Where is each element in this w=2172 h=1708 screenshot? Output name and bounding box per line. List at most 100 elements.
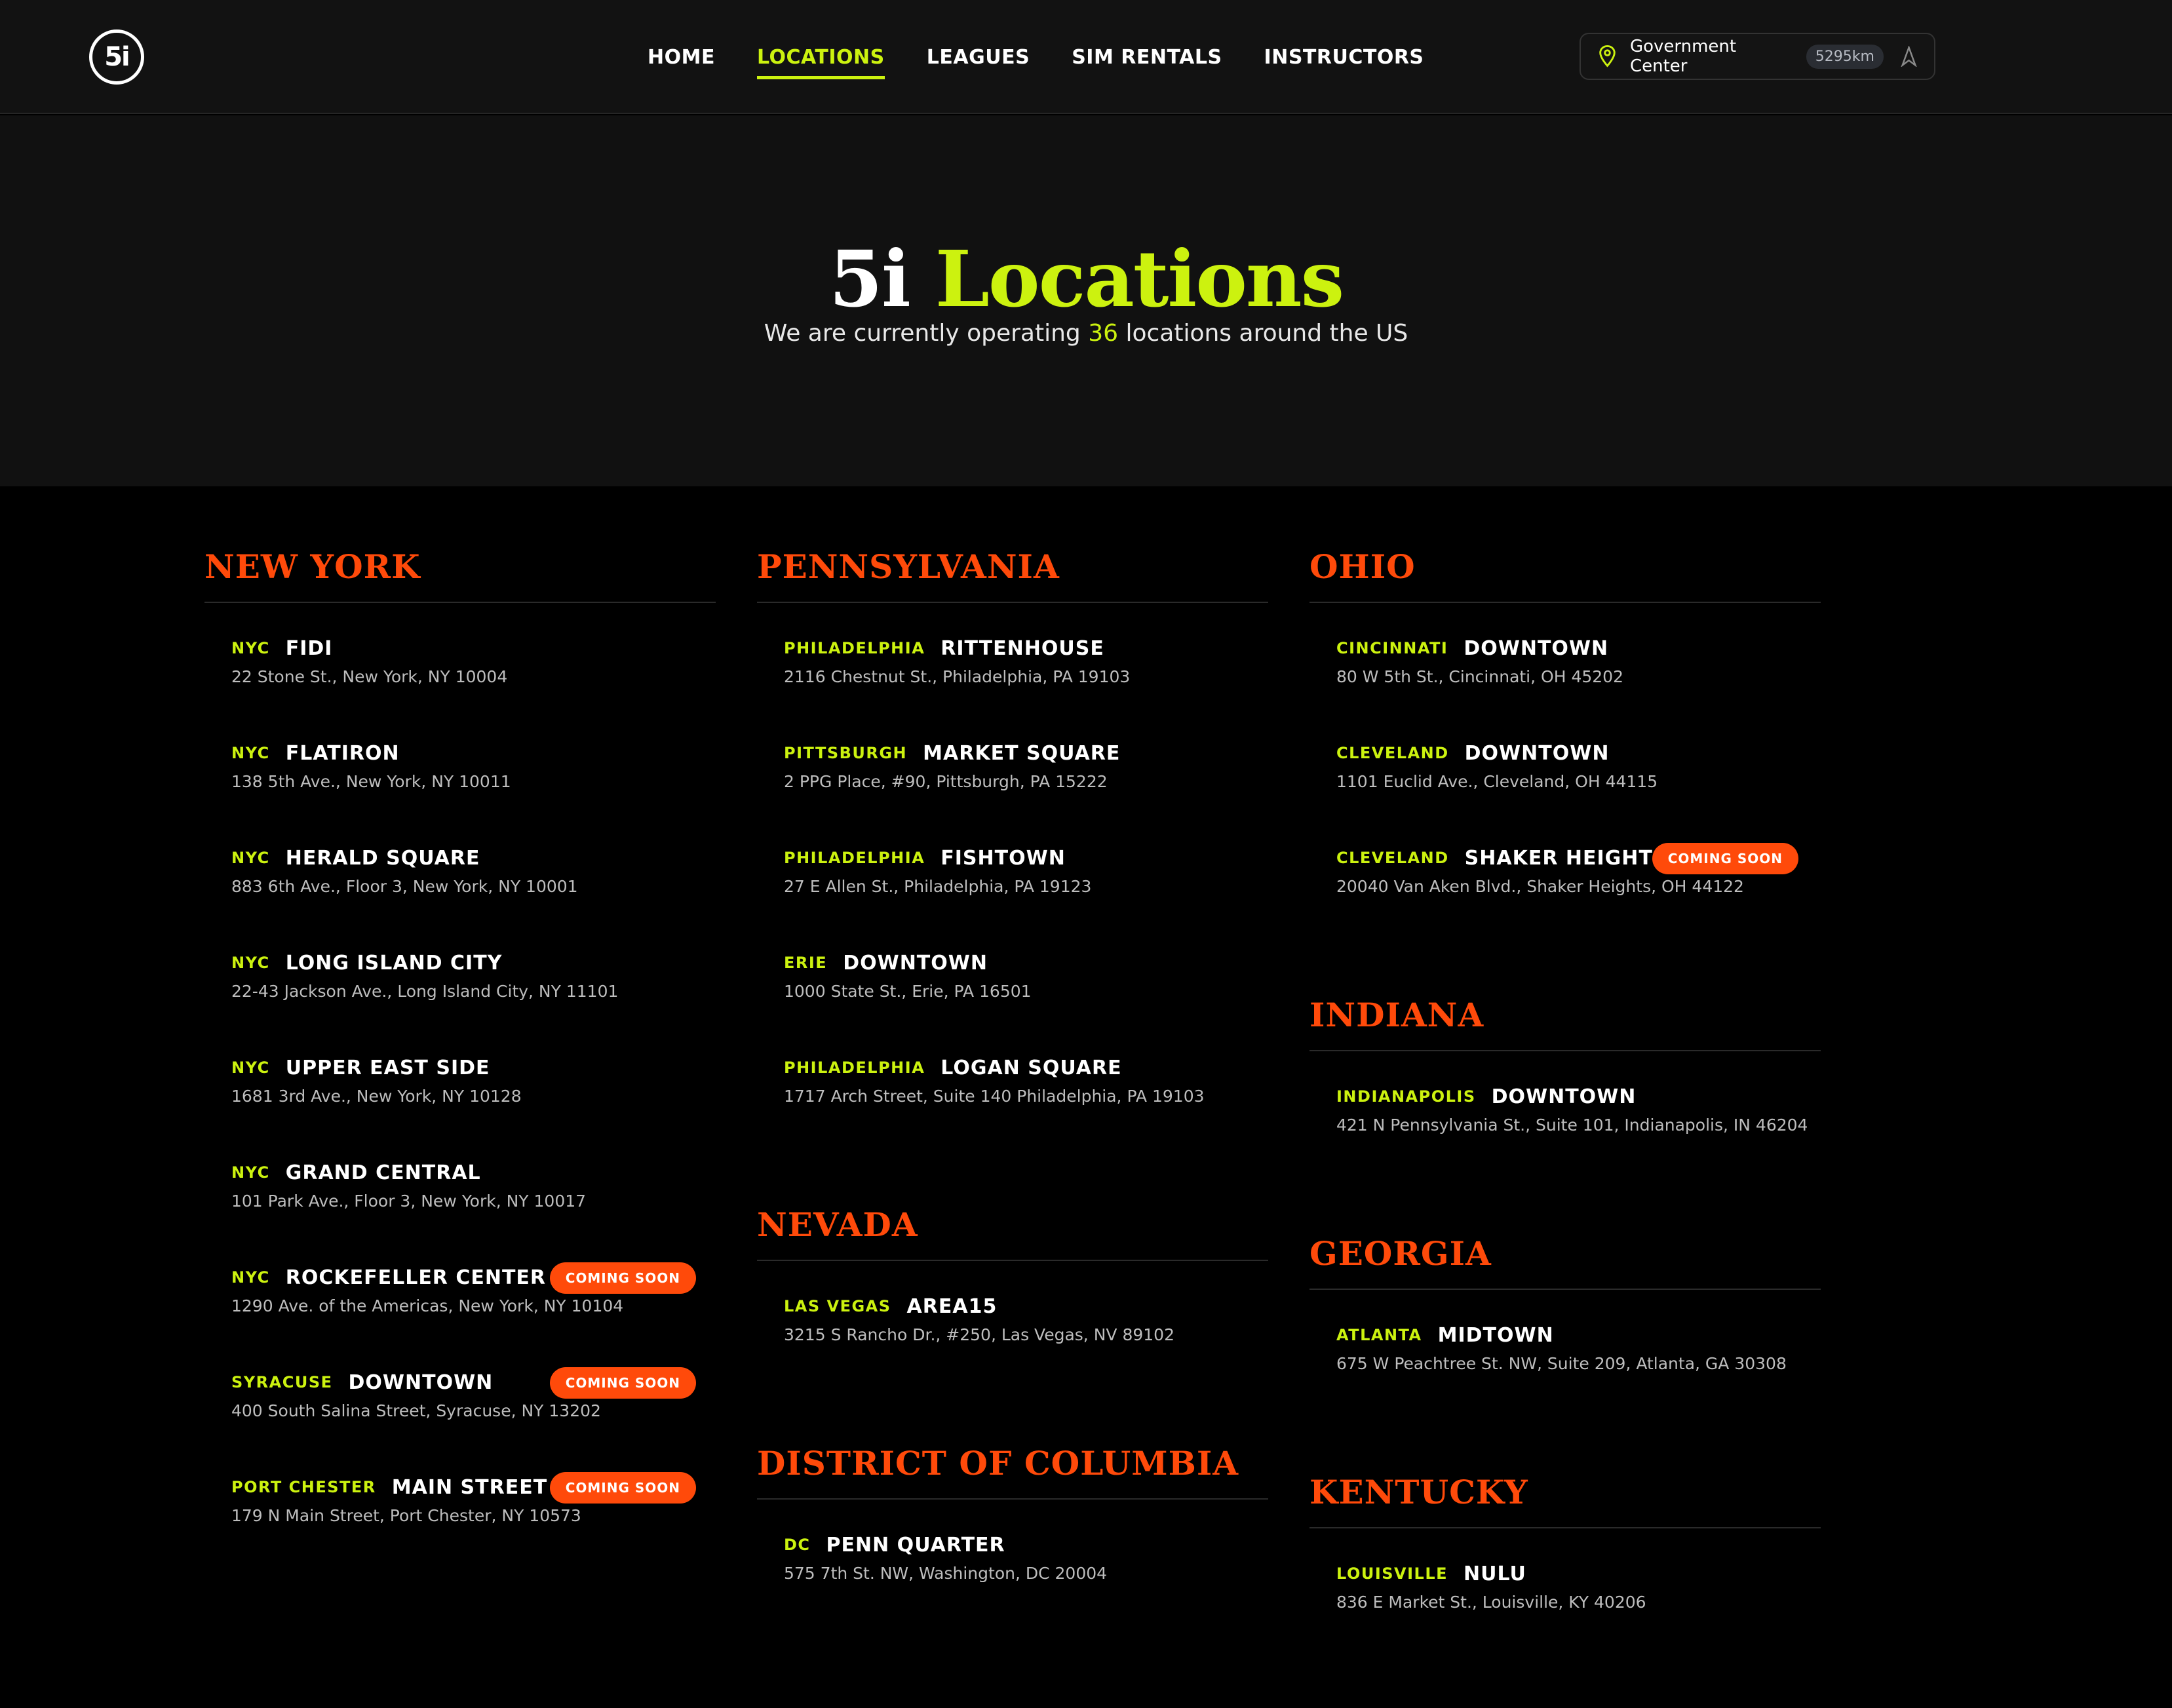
location-item[interactable]: PHILADELPHIA RITTENHOUSE 2116 Chestnut St.…	[757, 632, 1268, 737]
location-name[interactable]: AREA15	[907, 1295, 998, 1318]
location-item[interactable]: PHILADELPHIA FISHTOWN 27 E Allen St., Phil…	[757, 842, 1268, 946]
location-address: 883 6th Ave., Floor 3, New York, NY 1000…	[231, 877, 578, 896]
location-header: NYC GRAND CENTRAL	[231, 1156, 716, 1189]
location-city: PORT CHESTER	[231, 1478, 376, 1496]
location-header: NYC FLATIRON	[231, 737, 716, 769]
location-item[interactable]: NYC HERALD SQUARE 883 6th Ave., Floor 3, N…	[204, 842, 716, 946]
location-item[interactable]: LAS VEGAS AREA15 3215 S Rancho Dr., #250, …	[757, 1290, 1268, 1395]
state-heading: PENNSYLVANIA	[757, 544, 1268, 603]
location-address: 80 W 5th St., Cincinnati, OH 45202	[1336, 667, 1623, 686]
nav-home[interactable]: HOME	[648, 46, 715, 69]
location-name[interactable]: MAIN STREET	[392, 1476, 547, 1499]
location-address: 3215 S Rancho Dr., #250, Las Vegas, NV 8…	[784, 1325, 1174, 1344]
location-header: LAS VEGAS AREA15	[784, 1290, 1268, 1323]
location-name[interactable]: LOGAN SQUARE	[941, 1057, 1121, 1079]
nav-leagues[interactable]: LEAGUES	[927, 46, 1030, 69]
location-city: NYC	[231, 954, 270, 972]
location-address: 20040 Van Aken Blvd., Shaker Heights, OH…	[1336, 877, 1744, 896]
location-header: NYC FIDI	[231, 632, 716, 665]
location-item[interactable]: DC PENN QUARTER 575 7th St. NW, Washington…	[757, 1528, 1268, 1633]
state-section: PENNSYLVANIA PHILADELPHIA RITTENHOUSE 2116 …	[757, 544, 1268, 1156]
location-name[interactable]: SHAKER HEIGHTS	[1465, 847, 1668, 870]
location-name[interactable]: NULU	[1464, 1562, 1526, 1585]
location-item[interactable]: INDIANAPOLIS DOWNTOWN 421 N Pennsylvania S…	[1309, 1080, 1821, 1185]
location-city: PHILADELPHIA	[784, 1058, 925, 1077]
coming-soon-badge: COMING SOON	[549, 1472, 696, 1504]
location-item[interactable]: PORT CHESTER MAIN STREET 179 N Main Street…	[204, 1471, 716, 1576]
location-name[interactable]: DOWNTOWN	[843, 952, 988, 975]
location-name[interactable]: GRAND CENTRAL	[286, 1161, 481, 1184]
location-name[interactable]: DOWNTOWN	[1464, 637, 1608, 660]
subtitle-after: locations around the US	[1125, 320, 1408, 347]
locations-column-2: PENNSYLVANIA PHILADELPHIA RITTENHOUSE 2116 …	[757, 544, 1268, 1679]
main-nav: HOME LOCATIONS LEAGUES SIM RENTALS INSTRUCTO…	[648, 0, 1424, 114]
location-name[interactable]: UPPER EAST SIDE	[286, 1057, 490, 1079]
location-name[interactable]: DOWNTOWN	[1492, 1085, 1637, 1108]
location-name[interactable]: HERALD SQUARE	[286, 847, 480, 870]
location-item[interactable]: NYC UPPER EAST SIDE 1681 3rd Ave., New Yor…	[204, 1051, 716, 1156]
location-address: 1717 Arch Street, Suite 140 Philadelphia…	[784, 1087, 1205, 1106]
location-item[interactable]: NYC GRAND CENTRAL 101 Park Ave., Floor 3, …	[204, 1156, 716, 1261]
location-header: NYC UPPER EAST SIDE	[231, 1051, 716, 1084]
location-address: 2 PPG Place, #90, Pittsburgh, PA 15222	[784, 772, 1108, 791]
brand-logo[interactable]: 5i	[89, 29, 144, 85]
location-header: PHILADELPHIA FISHTOWN	[784, 842, 1268, 874]
location-city: NYC	[231, 1163, 270, 1182]
location-city: NYC	[231, 744, 270, 762]
location-address: 575 7th St. NW, Washington, DC 20004	[784, 1564, 1108, 1583]
location-header: CLEVELAND DOWNTOWN	[1336, 737, 1821, 769]
location-name[interactable]: LONG ISLAND CITY	[286, 952, 503, 975]
location-item[interactable]: ATLANTA MIDTOWN 675 W Peachtree St. NW, Su…	[1309, 1319, 1821, 1424]
location-header: ATLANTA MIDTOWN	[1336, 1319, 1821, 1351]
location-item[interactable]: NYC FLATIRON 138 5th Ave., New York, NY 10…	[204, 737, 716, 842]
location-header: PHILADELPHIA RITTENHOUSE	[784, 632, 1268, 665]
location-name[interactable]: PENN QUARTER	[826, 1534, 1005, 1557]
location-name[interactable]: DOWNTOWN	[1465, 742, 1610, 765]
location-header: DC PENN QUARTER	[784, 1528, 1268, 1561]
location-name[interactable]: DOWNTOWN	[349, 1371, 494, 1394]
location-item[interactable]: NYC LONG ISLAND CITY 22-43 Jackson Ave., L…	[204, 946, 716, 1051]
state-heading: DISTRICT OF COLUMBIA	[757, 1441, 1268, 1500]
map-pin-icon	[1599, 45, 1616, 68]
location-name[interactable]: RITTENHOUSE	[941, 637, 1104, 660]
location-name[interactable]: FLATIRON	[286, 742, 400, 765]
location-header: PITTSBURGH MARKET SQUARE	[784, 737, 1268, 769]
location-name[interactable]: FISHTOWN	[941, 847, 1066, 870]
location-name[interactable]: FIDI	[286, 637, 333, 660]
nav-sim-rentals[interactable]: SIM RENTALS	[1072, 46, 1222, 69]
location-item[interactable]: CINCINNATI DOWNTOWN 80 W 5th St., Cincinna…	[1309, 632, 1821, 737]
location-item[interactable]: NYC ROCKEFELLER CENTER 1290 Ave. of the Am…	[204, 1261, 716, 1366]
location-address: 27 E Allen St., Philadelphia, PA 19123	[784, 877, 1092, 896]
location-item[interactable]: NYC FIDI 22 Stone St., New York, NY 10004	[204, 632, 716, 737]
navigation-arrow-icon[interactable]	[1901, 46, 1917, 67]
location-city: PITTSBURGH	[784, 744, 908, 762]
location-item[interactable]: ERIE DOWNTOWN 1000 State St., Erie, PA 165…	[757, 946, 1268, 1051]
location-item[interactable]: PITTSBURGH MARKET SQUARE 2 PPG Place, #90,…	[757, 737, 1268, 842]
location-selector[interactable]: Government Center 5295km	[1580, 33, 1935, 80]
nav-instructors[interactable]: INSTRUCTORS	[1264, 46, 1424, 69]
state-heading: NEW YORK	[204, 544, 716, 603]
hero-section: 5i Locations We are currently operating …	[0, 115, 2172, 486]
page-title: 5i Locations	[0, 233, 2172, 325]
distance-badge: 5295km	[1806, 44, 1884, 69]
location-name[interactable]: ROCKEFELLER CENTER	[286, 1266, 546, 1289]
location-name[interactable]: MIDTOWN	[1438, 1324, 1554, 1347]
location-address: 2116 Chestnut St., Philadelphia, PA 1910…	[784, 667, 1131, 686]
location-name[interactable]: MARKET SQUARE	[923, 742, 1120, 765]
state-heading: INDIANA	[1309, 992, 1821, 1051]
logo-text: 5i	[104, 42, 130, 72]
location-address: 421 N Pennsylvania St., Suite 101, India…	[1336, 1116, 1808, 1135]
location-item[interactable]: CLEVELAND SHAKER HEIGHTS 20040 Van Aken Bl…	[1309, 842, 1821, 946]
state-section: GEORGIA ATLANTA MIDTOWN 675 W Peachtree St.…	[1309, 1231, 1821, 1424]
location-address: 101 Park Ave., Floor 3, New York, NY 100…	[231, 1192, 587, 1211]
state-section: NEVADA LAS VEGAS AREA15 3215 S Rancho Dr., …	[757, 1202, 1268, 1395]
location-item[interactable]: SYRACUSE DOWNTOWN 400 South Salina Street,…	[204, 1366, 716, 1471]
state-section: NEW YORK NYC FIDI 22 Stone St., New York, N…	[204, 544, 716, 1576]
nav-locations[interactable]: LOCATIONS	[756, 46, 885, 79]
location-item[interactable]: CLEVELAND DOWNTOWN 1101 Euclid Ave., Cleve…	[1309, 737, 1821, 842]
location-city: SYRACUSE	[231, 1373, 333, 1391]
location-item[interactable]: LOUISVILLE NULU 836 E Market St., Louisvil…	[1309, 1557, 1821, 1662]
title-locations: Locations	[935, 233, 1344, 324]
locations-column-3: OHIO CINCINNATI DOWNTOWN 80 W 5th St., Cinc…	[1309, 544, 1821, 1708]
location-item[interactable]: PHILADELPHIA LOGAN SQUARE 1717 Arch Street…	[757, 1051, 1268, 1156]
